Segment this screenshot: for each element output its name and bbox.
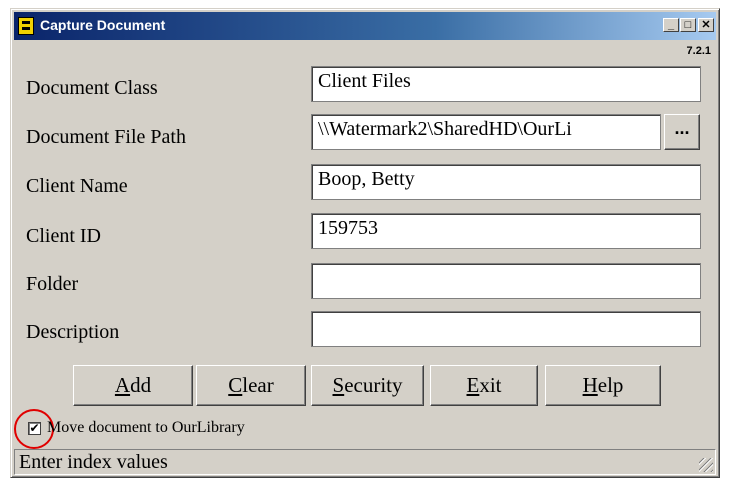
document-file-path-label: Document File Path xyxy=(26,126,186,148)
security-label-rest: ecurity xyxy=(344,373,403,397)
app-icon xyxy=(18,17,34,35)
client-name-field[interactable]: Boop, Betty xyxy=(311,164,701,200)
security-button[interactable]: Security xyxy=(311,365,424,406)
client-id-field[interactable]: 159753 xyxy=(311,213,701,249)
document-file-path-field[interactable]: \\Watermark2\SharedHD\OurLi xyxy=(311,114,661,150)
add-label-rest: dd xyxy=(130,373,152,397)
status-text: Enter index values xyxy=(19,451,168,473)
add-mnemonic: A xyxy=(114,373,131,397)
move-document-label[interactable]: Move document to OurLibrary xyxy=(47,419,245,437)
title-bar[interactable]: Capture Document _ □ ✕ xyxy=(14,12,716,40)
exit-label-rest: xit xyxy=(479,373,502,397)
help-button[interactable]: Help xyxy=(545,365,661,406)
clear-mnemonic: C xyxy=(228,373,243,397)
description-field[interactable] xyxy=(311,311,701,347)
help-label-rest: elp xyxy=(597,373,624,397)
document-class-field[interactable]: Client Files xyxy=(311,66,701,102)
status-bar: Enter index values xyxy=(14,449,716,475)
exit-mnemonic: E xyxy=(466,373,480,397)
clear-label-rest: lear xyxy=(242,373,274,397)
client-name-label: Client Name xyxy=(26,175,128,197)
version-label: 7.2.1 xyxy=(686,45,711,57)
document-class-label: Document Class xyxy=(26,77,158,99)
exit-button[interactable]: Exit xyxy=(430,365,538,406)
description-label: Description xyxy=(26,321,120,343)
resize-grip-icon[interactable] xyxy=(699,458,713,472)
client-id-label: Client ID xyxy=(26,225,101,247)
close-button[interactable]: ✕ xyxy=(698,18,714,32)
help-mnemonic: H xyxy=(582,373,598,397)
folder-label: Folder xyxy=(26,273,79,295)
minimize-button[interactable]: _ xyxy=(663,18,679,32)
maximize-button[interactable]: □ xyxy=(680,18,696,32)
clear-button[interactable]: Clear xyxy=(196,365,306,406)
add-button[interactable]: Add xyxy=(73,365,193,406)
security-mnemonic: S xyxy=(332,373,345,397)
browse-button[interactable]: ... xyxy=(664,114,700,150)
capture-document-window: Capture Document _ □ ✕ 7.2.1 Document Cl… xyxy=(10,8,720,478)
folder-field[interactable] xyxy=(311,263,701,299)
window-title: Capture Document xyxy=(40,17,166,33)
